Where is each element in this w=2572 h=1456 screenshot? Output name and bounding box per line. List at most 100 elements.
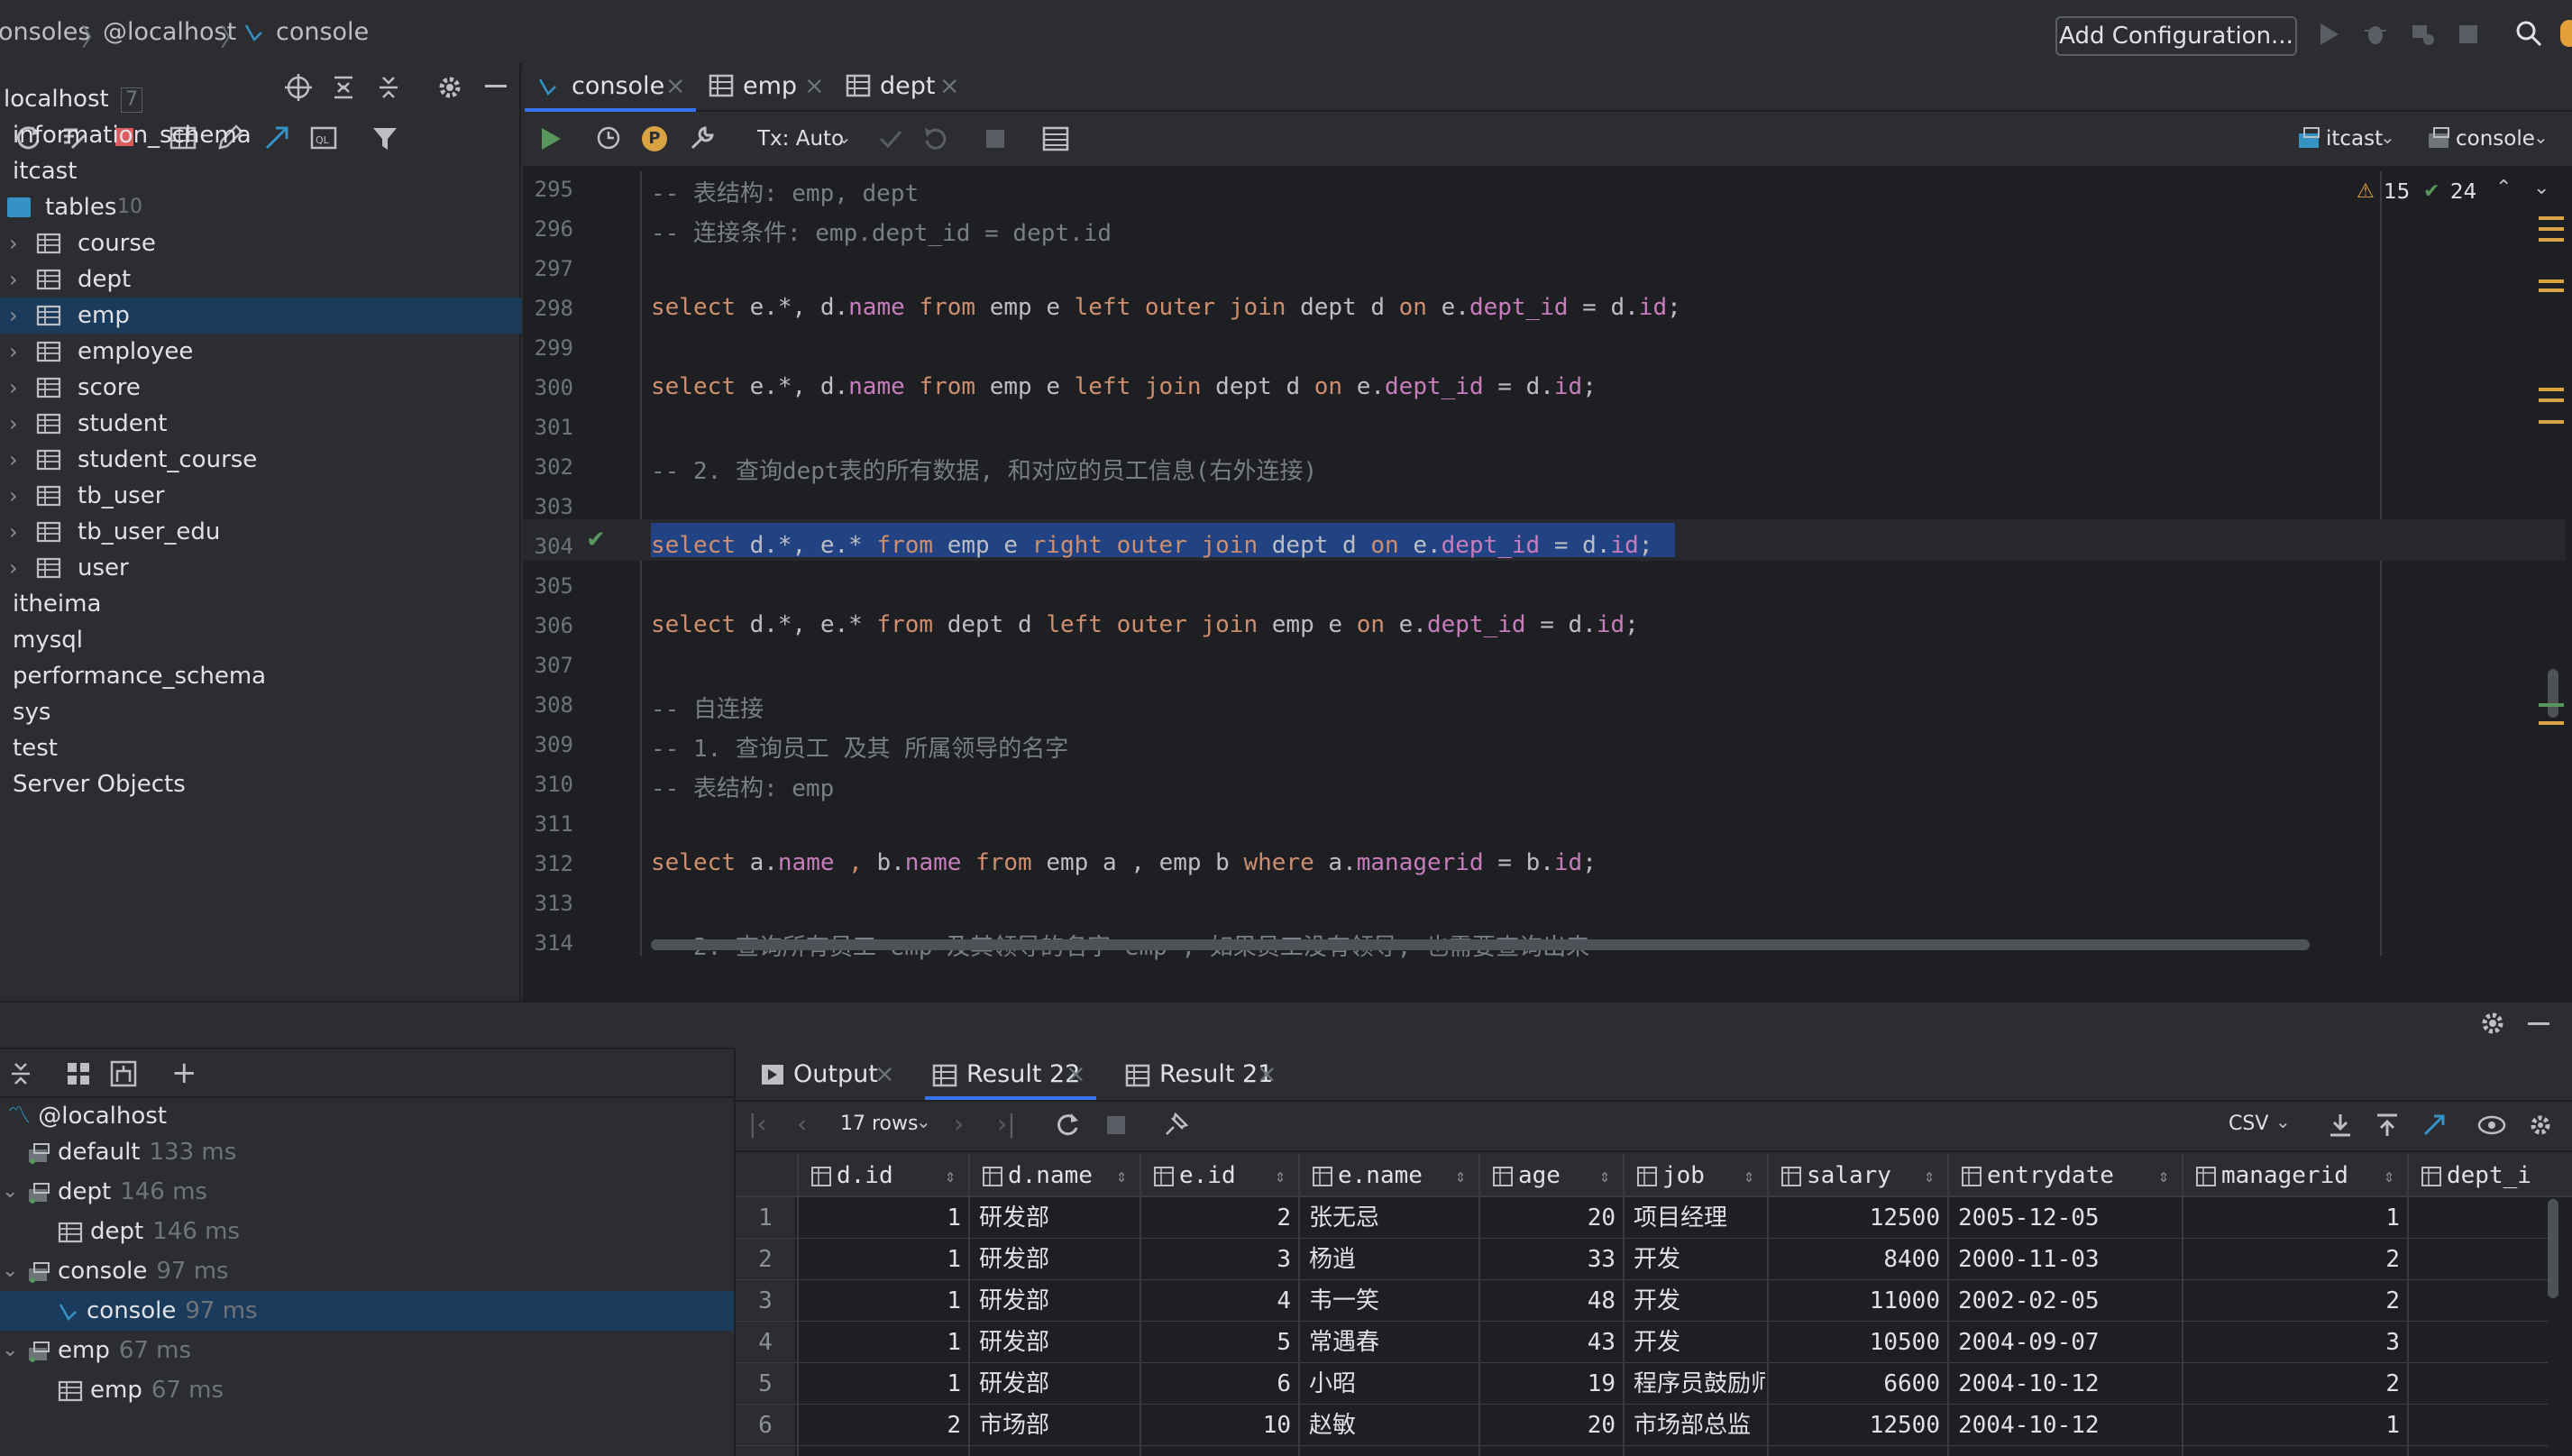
code-line[interactable]: select a.name , b.name from emp a , emp …: [651, 849, 1597, 876]
sort-icon[interactable]: ⇕: [1744, 1156, 1754, 1195]
table-cell[interactable]: 1: [797, 1363, 961, 1405]
sort-icon[interactable]: ⇕: [2158, 1156, 2169, 1195]
table-cell[interactable]: 2004-09-07: [1958, 1322, 2180, 1363]
first-page-icon[interactable]: |‹: [748, 1109, 767, 1139]
table-cell[interactable]: 19: [1478, 1363, 1616, 1405]
table-cell[interactable]: 3: [1140, 1239, 1291, 1280]
table-cell[interactable]: 33: [1478, 1239, 1616, 1280]
table-cell[interactable]: 1: [797, 1280, 961, 1322]
next-page-icon[interactable]: ›: [954, 1109, 964, 1139]
column-header-e-name[interactable]: e.name ⇕: [1313, 1156, 1475, 1195]
rows-count-select[interactable]: 17 rows: [840, 1113, 918, 1135]
table-cell[interactable]: 43: [1478, 1322, 1616, 1363]
wrench-icon[interactable]: [689, 124, 716, 151]
schema-mysql[interactable]: mysql: [0, 622, 521, 658]
breadcrumb-console[interactable]: console: [276, 18, 369, 46]
view-icon[interactable]: [2477, 1114, 2506, 1136]
last-page-icon[interactable]: ›|: [997, 1109, 1016, 1139]
table-cell[interactable]: 2: [2182, 1280, 2400, 1322]
chevron-down-icon[interactable]: ⌄: [2, 1253, 18, 1289]
table-cell[interactable]: 12500: [1767, 1197, 1940, 1239]
download-icon[interactable]: [2328, 1113, 2353, 1138]
close-icon[interactable]: ×: [874, 1051, 895, 1098]
table-cell[interactable]: 4: [1140, 1280, 1291, 1322]
debug-icon[interactable]: [2362, 20, 2389, 47]
commit-icon[interactable]: [878, 126, 903, 151]
breadcrumb-consoles[interactable]: onsoles: [0, 18, 90, 46]
compare-icon[interactable]: [2421, 1113, 2447, 1138]
execute-icon[interactable]: [539, 126, 563, 151]
chevron-down-icon[interactable]: ⌄: [2533, 177, 2549, 199]
chevron-right-icon[interactable]: ›: [9, 370, 18, 406]
schema-select[interactable]: itcast: [2326, 126, 2383, 151]
code-line[interactable]: -- 连接条件: emp.dept_id = dept.id: [651, 215, 1112, 248]
tab-dept[interactable]: dept: [880, 63, 935, 110]
table-cell[interactable]: 市场部: [979, 1405, 1138, 1446]
service-item-console[interactable]: ⌄ console 97 ms: [2, 1253, 229, 1289]
table-cell[interactable]: 杨逍: [1309, 1239, 1477, 1280]
schema-itheima[interactable]: itheima: [0, 586, 521, 622]
table-cell[interactable]: 10500: [1767, 1322, 1940, 1363]
table-cell[interactable]: 1: [797, 1239, 961, 1280]
refresh-icon[interactable]: [1055, 1113, 1080, 1138]
table-cell[interactable]: 程序员鼓励师: [1634, 1363, 1765, 1405]
sort-icon[interactable]: ⇕: [945, 1156, 956, 1195]
coverage-icon[interactable]: [2409, 20, 2436, 47]
session-select[interactable]: console: [2456, 126, 2535, 151]
table-cell[interactable]: 研发部: [979, 1197, 1138, 1239]
table-cell[interactable]: 研发部: [979, 1280, 1138, 1322]
column-header-managerid[interactable]: managerid ⇕: [2196, 1156, 2403, 1195]
collapse-all-icon[interactable]: [7, 1060, 34, 1087]
rollback-icon[interactable]: [923, 126, 948, 151]
gear-icon[interactable]: [2479, 1010, 2506, 1037]
tab-result-22[interactable]: Result 22: [966, 1051, 1080, 1098]
stop-icon[interactable]: [984, 128, 1006, 150]
service-item-emp[interactable]: emp 67 ms: [58, 1372, 224, 1408]
schema-information-schema[interactable]: information_schema: [0, 117, 521, 153]
table-cell[interactable]: 赵敏: [1309, 1405, 1477, 1446]
table-cell[interactable]: 8400: [1767, 1239, 1940, 1280]
chevron-right-icon[interactable]: ›: [9, 225, 18, 261]
chevron-down-icon[interactable]: ⌄: [2, 1332, 18, 1369]
table-cell[interactable]: 2005-12-05: [1958, 1197, 2180, 1239]
column-header-salary[interactable]: salary ⇕: [1781, 1156, 1944, 1195]
table-cell[interactable]: 开发: [1634, 1280, 1765, 1322]
table-tb-user[interactable]: › tb_user: [0, 478, 521, 514]
history-icon[interactable]: [595, 124, 622, 151]
table-cell[interactable]: 3: [2182, 1322, 2400, 1363]
vertical-scrollbar[interactable]: [2548, 669, 2558, 718]
pin-session-icon[interactable]: P: [642, 126, 667, 151]
code-line[interactable]: select d.*, e.* from emp e right outer j…: [651, 532, 1652, 559]
column-header-dept_i[interactable]: dept_i: [2421, 1156, 2548, 1195]
stop-icon[interactable]: [2458, 23, 2479, 45]
table-emp[interactable]: › emp: [0, 298, 521, 334]
gear-icon[interactable]: [2528, 1113, 2553, 1138]
table-cell[interactable]: 韦一笑: [1309, 1280, 1477, 1322]
chevron-right-icon[interactable]: ›: [9, 514, 18, 550]
table-cell[interactable]: 5: [1140, 1322, 1291, 1363]
table-tb-user-edu[interactable]: › tb_user_edu: [0, 514, 521, 550]
grid-vertical-scrollbar[interactable]: [2548, 1199, 2558, 1298]
output-layout-icon[interactable]: [1042, 126, 1069, 151]
group-icon[interactable]: [65, 1060, 92, 1087]
table-score[interactable]: › score: [0, 370, 521, 406]
export-format-select[interactable]: CSV: [2229, 1113, 2268, 1135]
schema-itcast[interactable]: itcast: [0, 153, 521, 189]
table-cell[interactable]: 6: [1140, 1363, 1291, 1405]
chevron-right-icon[interactable]: ›: [9, 334, 18, 370]
column-header-entrydate[interactable]: entrydate ⇕: [1962, 1156, 2178, 1195]
upload-icon[interactable]: [2375, 1113, 2400, 1138]
column-header-job[interactable]: job ⇕: [1637, 1156, 1763, 1195]
code-line[interactable]: -- 1. 查询员工 及其 所属领导的名字: [651, 730, 1068, 764]
code-line[interactable]: -- 2. 查询dept表的所有数据, 和对应的员工信息(右外连接): [651, 453, 1317, 486]
close-icon[interactable]: ×: [1257, 1051, 1277, 1098]
column-header-age[interactable]: age ⇕: [1493, 1156, 1619, 1195]
code-line[interactable]: -- 表结构: emp: [651, 770, 834, 803]
sort-icon[interactable]: ⇕: [1275, 1156, 1286, 1195]
table-cell[interactable]: 张无忌: [1309, 1197, 1477, 1239]
table-cell[interactable]: 1: [2182, 1405, 2400, 1446]
table-cell[interactable]: 20: [1478, 1405, 1616, 1446]
chevron-right-icon[interactable]: ›: [9, 261, 18, 298]
schema-performance-schema[interactable]: performance_schema: [0, 658, 521, 694]
sort-icon[interactable]: ⇕: [1455, 1156, 1466, 1195]
